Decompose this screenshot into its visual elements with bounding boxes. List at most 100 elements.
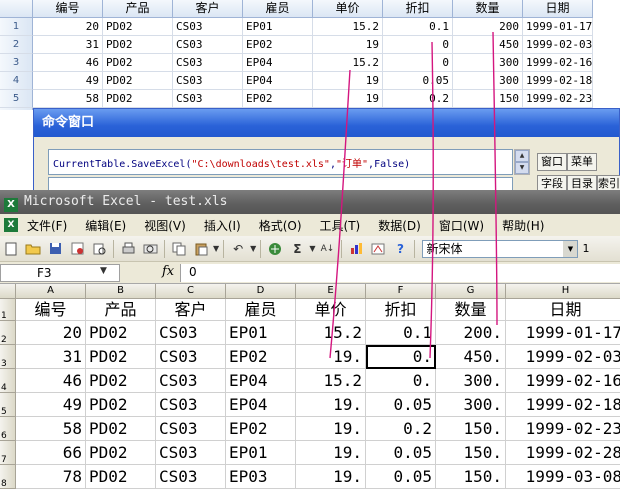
- bg-cell[interactable]: EP04: [243, 54, 313, 72]
- table-cell[interactable]: 49: [16, 393, 86, 417]
- table-cell[interactable]: 0.: [366, 369, 436, 393]
- command-scrollbar[interactable]: ▲ ▼: [514, 149, 530, 175]
- table-cell[interactable]: 200.: [436, 321, 506, 345]
- table-cell[interactable]: EP02: [226, 417, 296, 441]
- bg-column-header[interactable]: 日期: [523, 0, 593, 18]
- bg-row-number[interactable]: 2: [0, 36, 33, 54]
- name-box-dropdown-icon[interactable]: ▼: [100, 266, 107, 276]
- bg-cell[interactable]: 20: [33, 18, 103, 36]
- table-cell[interactable]: 19.: [296, 345, 366, 369]
- table-cell[interactable]: CS03: [156, 321, 226, 345]
- table-cell[interactable]: 0.05: [366, 465, 436, 489]
- bg-cell[interactable]: PD02: [103, 18, 173, 36]
- bg-row-number[interactable]: 6: [0, 108, 33, 110]
- bg-cell[interactable]: PD02: [103, 72, 173, 90]
- autosum-icon[interactable]: Σ: [288, 240, 306, 258]
- research-icon[interactable]: [141, 240, 159, 258]
- table-cell[interactable]: CS03: [156, 465, 226, 489]
- table-cell[interactable]: CS03: [156, 393, 226, 417]
- table-cell[interactable]: 19.: [296, 465, 366, 489]
- undo-icon[interactable]: ↶: [229, 240, 247, 258]
- chart-wizard-icon[interactable]: [347, 240, 365, 258]
- table-cell[interactable]: 31: [16, 345, 86, 369]
- bg-row-number[interactable]: 4: [0, 72, 33, 90]
- bg-cell[interactable]: 49: [33, 72, 103, 90]
- header-cell[interactable]: 单价: [296, 299, 366, 321]
- bg-cell[interactable]: EP04: [243, 72, 313, 90]
- bg-cell[interactable]: CS03: [173, 36, 243, 54]
- bg-cell[interactable]: 31: [33, 36, 103, 54]
- column-header[interactable]: E: [296, 284, 366, 299]
- tab-menu[interactable]: 菜单: [567, 153, 597, 171]
- table-cell[interactable]: 150.: [436, 417, 506, 441]
- bg-cell[interactable]: EP02: [243, 36, 313, 54]
- bg-cell[interactable]: 19: [313, 36, 383, 54]
- bg-cell[interactable]: 1999-02-18: [523, 72, 593, 90]
- menu-insert[interactable]: 插入(I): [195, 217, 250, 234]
- table-cell[interactable]: PD02: [86, 369, 156, 393]
- bg-cell[interactable]: PD02: [103, 54, 173, 72]
- header-cell[interactable]: 日期: [506, 299, 620, 321]
- menu-edit[interactable]: 编辑(E): [76, 217, 135, 234]
- table-cell[interactable]: 15.2: [296, 321, 366, 345]
- table-cell[interactable]: 150.: [436, 465, 506, 489]
- table-cell[interactable]: EP04: [226, 369, 296, 393]
- header-cell[interactable]: 产品: [86, 299, 156, 321]
- scroll-up-icon[interactable]: ▲: [515, 150, 529, 162]
- workbook-icon[interactable]: X: [4, 218, 18, 232]
- table-cell[interactable]: 300.: [436, 369, 506, 393]
- help-icon[interactable]: ?: [391, 240, 409, 258]
- bg-cell[interactable]: 450: [453, 36, 523, 54]
- bg-cell[interactable]: EP01: [243, 18, 313, 36]
- bg-cell[interactable]: 19: [313, 90, 383, 108]
- table-cell[interactable]: CS03: [156, 369, 226, 393]
- column-header[interactable]: D: [226, 284, 296, 299]
- table-cell[interactable]: 19.: [296, 393, 366, 417]
- command-secondary-field[interactable]: [48, 177, 513, 191]
- bg-column-header[interactable]: 产品: [103, 0, 173, 18]
- menu-file[interactable]: 文件(F): [18, 217, 76, 234]
- bg-cell[interactable]: 0: [383, 36, 453, 54]
- bg-cell[interactable]: CS03: [173, 90, 243, 108]
- bg-cell[interactable]: 1999-02-16: [523, 54, 593, 72]
- table-cell[interactable]: 78: [16, 465, 86, 489]
- table-cell[interactable]: PD02: [86, 417, 156, 441]
- table-cell[interactable]: EP03: [226, 465, 296, 489]
- print-preview-icon[interactable]: [90, 240, 108, 258]
- bg-cell[interactable]: 0.05: [383, 72, 453, 90]
- bg-row-number[interactable]: 1: [0, 18, 33, 36]
- header-cell[interactable]: 折扣: [366, 299, 436, 321]
- menu-format[interactable]: 格式(O): [250, 217, 311, 234]
- bg-cell[interactable]: 19: [313, 72, 383, 90]
- bg-cell[interactable]: CS03: [173, 54, 243, 72]
- bg-cell[interactable]: PD02: [103, 36, 173, 54]
- row-header[interactable]: 7: [0, 441, 16, 465]
- header-cell[interactable]: 编号: [16, 299, 86, 321]
- table-cell[interactable]: CS03: [156, 345, 226, 369]
- row-header[interactable]: 2: [0, 321, 16, 345]
- table-cell[interactable]: PD02: [86, 393, 156, 417]
- bg-cell[interactable]: 300: [453, 72, 523, 90]
- save-icon[interactable]: [46, 240, 64, 258]
- font-size-select[interactable]: 1: [582, 242, 589, 255]
- column-header[interactable]: F: [366, 284, 436, 299]
- bg-cell[interactable]: CS03: [173, 72, 243, 90]
- bg-cell[interactable]: 200: [453, 18, 523, 36]
- bg-row-number[interactable]: 3: [0, 54, 33, 72]
- selected-cell[interactable]: 0.: [366, 345, 436, 369]
- table-cell[interactable]: 15.2: [296, 369, 366, 393]
- row-header[interactable]: 6: [0, 417, 16, 441]
- menu-view[interactable]: 视图(V): [135, 217, 195, 234]
- row-header[interactable]: 4: [0, 369, 16, 393]
- bg-cell[interactable]: 0.2: [383, 90, 453, 108]
- bg-column-header[interactable]: 折扣: [383, 0, 453, 18]
- column-header[interactable]: C: [156, 284, 226, 299]
- command-input[interactable]: CurrentTable.SaveExcel("C:\downloads\tes…: [48, 149, 513, 175]
- copy-icon[interactable]: [170, 240, 188, 258]
- hyperlink-icon[interactable]: [266, 240, 284, 258]
- bg-cell[interactable]: 0.1: [383, 18, 453, 36]
- bg-column-header[interactable]: 单价: [313, 0, 383, 18]
- chevron-down-icon[interactable]: ▼: [563, 240, 578, 257]
- table-cell[interactable]: 20: [16, 321, 86, 345]
- row-header[interactable]: 3: [0, 345, 16, 369]
